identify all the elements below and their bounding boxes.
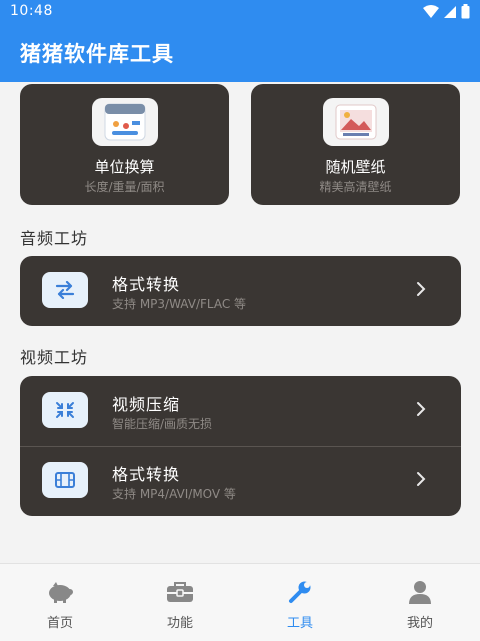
- item-subtitle: 支持 MP4/AVI/MOV 等: [112, 487, 236, 501]
- item-subtitle: 智能压缩/画质无损: [112, 417, 213, 431]
- status-time: 10:48: [10, 3, 53, 19]
- app-bar: 猪猪软件库工具: [0, 24, 480, 82]
- calculator-icon: [92, 98, 158, 146]
- bottom-tab-bar: 首页 功能 工具 我的: [0, 563, 480, 641]
- status-icons: [423, 4, 470, 19]
- chevron-right-icon: [417, 472, 426, 486]
- film-icon: [42, 462, 88, 498]
- tile-random-wallpaper[interactable]: 随机壁纸 精美高清壁纸: [251, 84, 460, 205]
- tile-title: 单位换算: [94, 158, 155, 176]
- tab-profile[interactable]: 我的: [360, 564, 480, 641]
- chevron-right-icon: [417, 402, 426, 416]
- item-title: 格式转换: [112, 275, 181, 294]
- item-title: 视频压缩: [112, 395, 181, 414]
- section-title-video: 视频工坊: [20, 348, 89, 367]
- tab-home[interactable]: 首页: [0, 564, 120, 641]
- tab-label: 工具: [286, 616, 313, 631]
- wrench-icon: [284, 578, 316, 606]
- item-title: 格式转换: [112, 465, 181, 484]
- tab-tools[interactable]: 工具: [240, 564, 360, 641]
- compress-icon: [42, 392, 88, 428]
- tile-subtitle: 精美高清壁纸: [319, 180, 392, 194]
- piggy-bank-icon: [44, 578, 76, 606]
- item-subtitle: 支持 MP3/WAV/FLAC 等: [112, 297, 247, 311]
- tab-label: 我的: [406, 616, 433, 631]
- tile-subtitle: 长度/重量/面积: [84, 180, 165, 194]
- tab-features[interactable]: 功能: [120, 564, 240, 641]
- wifi-icon: [423, 4, 439, 18]
- tab-label: 首页: [46, 616, 73, 631]
- toolbox-icon: [164, 578, 196, 606]
- signal-icon: [444, 5, 456, 18]
- list-item-audio-format[interactable]: 格式转换 支持 MP3/WAV/FLAC 等: [20, 256, 461, 326]
- chevron-right-icon: [417, 282, 426, 296]
- app-title: 猪猪软件库工具: [20, 42, 174, 66]
- list-item-video-format[interactable]: 格式转换 支持 MP4/AVI/MOV 等: [20, 446, 461, 516]
- tab-label: 功能: [166, 616, 193, 631]
- wallpaper-icon: [323, 98, 389, 146]
- tile-unit-conversion[interactable]: 单位换算 长度/重量/面积: [20, 84, 229, 205]
- person-icon: [404, 578, 436, 606]
- tile-title: 随机壁纸: [325, 158, 386, 176]
- battery-icon: [461, 4, 470, 19]
- status-bar: 10:48: [0, 0, 480, 24]
- section-title-audio: 音频工坊: [20, 229, 89, 248]
- swap-arrows-icon: [42, 272, 88, 308]
- list-item-video-compress[interactable]: 视频压缩 智能压缩/画质无损: [20, 376, 461, 446]
